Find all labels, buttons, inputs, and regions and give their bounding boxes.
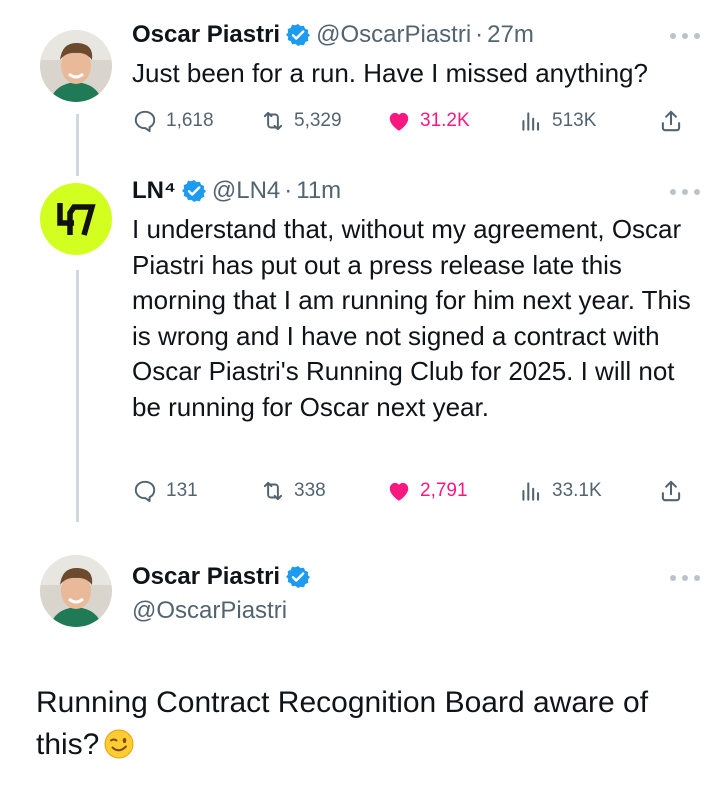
verified-badge-icon <box>286 24 311 46</box>
reply-icon <box>134 480 156 503</box>
like-count: 31.2K <box>420 110 470 131</box>
repost-count: 338 <box>294 480 326 501</box>
more-options-icon[interactable] <box>670 574 700 582</box>
avatar[interactable] <box>40 555 112 627</box>
winking-face-emoji-icon <box>104 729 134 759</box>
repost-count: 5,329 <box>294 110 342 131</box>
views-chart-icon <box>522 112 540 131</box>
view-count: 513K <box>552 110 597 131</box>
view-count: 33.1K <box>552 480 602 501</box>
more-options-icon[interactable] <box>670 188 700 196</box>
views-chart-icon <box>522 482 540 501</box>
timestamp[interactable]: 11m <box>296 176 341 206</box>
tweet-header: Oscar Piastri @OscarPiastri · 27m <box>132 20 534 50</box>
reply-count: 131 <box>166 480 198 501</box>
reply-icon <box>134 110 156 133</box>
like-button[interactable]: 31.2K <box>386 106 470 136</box>
more-options-icon[interactable] <box>670 32 700 40</box>
reply-button[interactable]: 131 <box>132 476 198 506</box>
like-button[interactable]: 2,791 <box>386 476 468 506</box>
author-handle[interactable]: @LN4 <box>212 176 280 206</box>
views-button[interactable]: 513K <box>518 106 596 136</box>
separator-dot: · <box>284 177 293 204</box>
reply-count: 1,618 <box>166 110 214 131</box>
author-name[interactable]: Oscar Piastri <box>132 562 280 592</box>
share-icon <box>661 110 681 132</box>
heart-icon <box>389 112 409 131</box>
views-button[interactable]: 33.1K <box>518 476 602 506</box>
tweet-text: I understand that, without my agreement,… <box>132 214 691 422</box>
author-name[interactable]: Oscar Piastri <box>132 20 280 50</box>
heart-icon <box>389 482 409 501</box>
separator-dot: · <box>475 21 484 48</box>
like-count: 2,791 <box>420 480 468 501</box>
avatar[interactable] <box>40 183 112 255</box>
tweet-text: Just been for a run. Have I missed anyth… <box>132 58 648 88</box>
thread-connector <box>76 270 79 522</box>
tweet-actions: 1,618 5,329 31.2K 513K <box>132 106 692 136</box>
avatar[interactable] <box>40 30 112 102</box>
share-button[interactable] <box>658 106 692 136</box>
author-handle[interactable]: @OscarPiastri <box>316 20 471 50</box>
verified-badge-icon <box>181 180 206 202</box>
repost-icon <box>263 481 283 501</box>
tweet-header: LN⁴ @LN4 · 11m <box>132 176 341 206</box>
share-icon <box>661 480 681 502</box>
repost-icon <box>263 111 283 131</box>
verified-badge-icon <box>286 566 311 588</box>
repost-button[interactable]: 5,329 <box>260 106 342 136</box>
share-button[interactable] <box>658 476 692 506</box>
author-handle[interactable]: @OscarPiastri <box>132 596 287 626</box>
timestamp[interactable]: 27m <box>487 20 534 50</box>
thread-connector <box>76 114 79 176</box>
author-name[interactable]: LN⁴ <box>132 176 176 206</box>
ln4-logo-icon <box>40 183 112 255</box>
reply-button[interactable]: 1,618 <box>132 106 214 136</box>
repost-button[interactable]: 338 <box>260 476 326 506</box>
reply-author: Oscar Piastri <box>132 562 316 592</box>
reply-tweet-text: Running Contract Recognition Board aware… <box>36 682 696 766</box>
tweet-actions: 131 338 2,791 33.1K <box>132 476 692 506</box>
